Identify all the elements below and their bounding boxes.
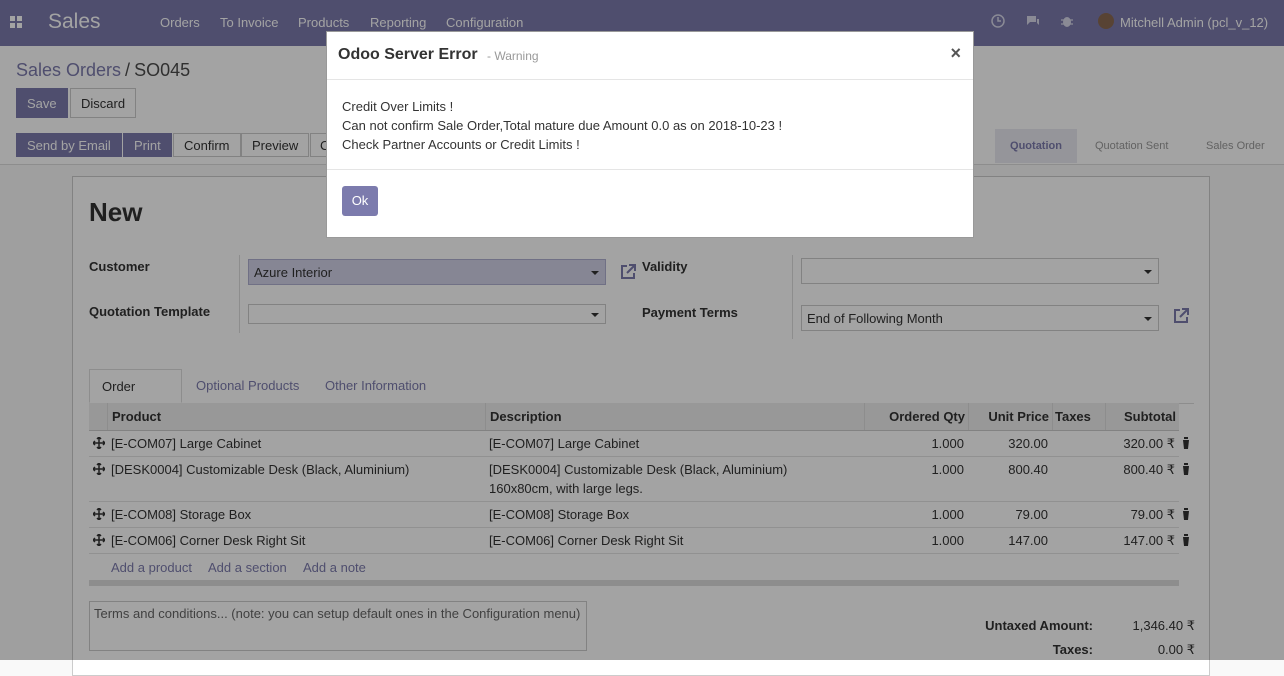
dialog-title: Odoo Server Error — [338, 46, 478, 63]
message-line: Credit Over Limits ! — [342, 99, 454, 114]
dialog-subtitle: - Warning — [487, 49, 539, 63]
message-line: Check Partner Accounts or Credit Limits … — [342, 137, 580, 152]
ok-button[interactable]: Ok — [342, 186, 378, 216]
dialog-message: Credit Over Limits ! Can not confirm Sal… — [342, 97, 782, 154]
message-line: Can not confirm Sale Order,Total mature … — [342, 118, 783, 133]
dialog-header: Odoo Server Error - Warning × — [327, 32, 973, 80]
error-dialog: Odoo Server Error - Warning × Credit Ove… — [326, 31, 974, 238]
close-icon[interactable]: × — [950, 43, 961, 64]
dialog-footer: Ok — [327, 169, 973, 238]
